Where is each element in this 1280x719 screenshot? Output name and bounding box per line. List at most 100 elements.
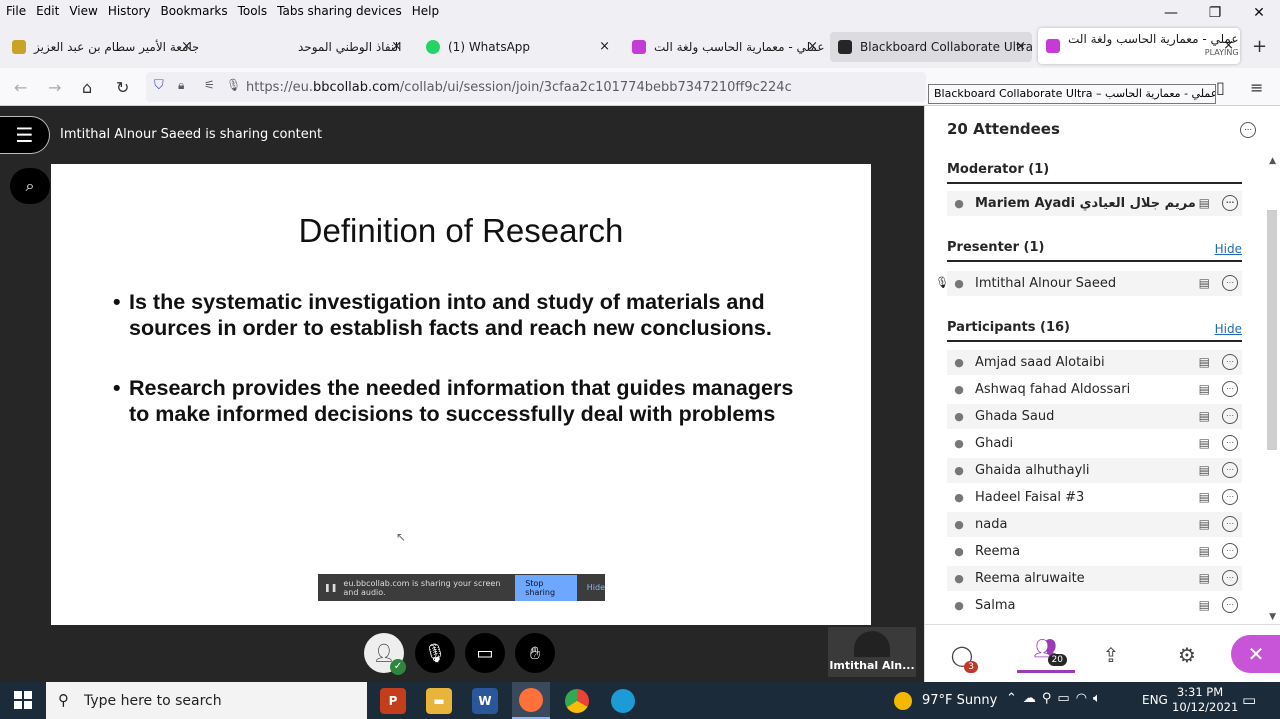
attendee-options-icon[interactable]: ⋯	[1222, 275, 1238, 291]
shared-slide: Definition of Research Is the systematic…	[51, 164, 871, 625]
attendee-row[interactable]: ● Salma ▤ ⋯	[947, 593, 1242, 618]
attendee-options-icon[interactable]: ⋯	[1222, 381, 1238, 397]
attendee-row[interactable]: ● Amjad saad Alotaibi ▤ ⋯	[947, 350, 1242, 375]
powerpoint-icon[interactable]: P	[380, 688, 406, 714]
slide-title: Definition of Research	[298, 212, 624, 249]
url-bar[interactable]: ⛉ 🔒︎ ⚟ 🎙︎ https://eu. bbcollab.com/collab…	[146, 72, 926, 102]
menu-file[interactable]: File	[6, 4, 26, 18]
chat-tab[interactable]: ◯ 3	[942, 635, 982, 675]
firefox-icon[interactable]	[512, 682, 550, 719]
attendee-row[interactable]: ● Ghada Saud ▤ ⋯	[947, 404, 1242, 429]
attendee-options-icon[interactable]: ⋯	[1222, 354, 1238, 370]
scroll-up-icon[interactable]: ▲	[1269, 156, 1276, 166]
camera-toggle-button[interactable]: ▭	[465, 633, 505, 673]
attendee-options-icon[interactable]: ⋯	[1222, 597, 1238, 613]
attendee-row[interactable]: ● Mariem Ayadi مريم جلال العيادي ▤ ⋯	[947, 191, 1242, 216]
menu-tabs-sharing[interactable]: Tabs sharing devices	[277, 4, 402, 18]
attendee-row[interactable]: ● Reema ▤ ⋯	[947, 539, 1242, 564]
person-icon: ●	[954, 437, 964, 450]
app-menu-icon[interactable]: ≡	[1250, 78, 1263, 97]
profile-status-button[interactable]: 👤︎ ✓	[364, 633, 406, 675]
forward-icon[interactable]: →	[48, 78, 61, 97]
shield-icon[interactable]: ⛉	[154, 78, 164, 93]
connection-icon: ▤	[1198, 276, 1210, 290]
tray-icons[interactable]: ⌃☁⚲▭◠🔈︎	[1006, 691, 1107, 706]
back-icon[interactable]: ←	[14, 78, 27, 97]
close-tab-icon[interactable]: ×	[807, 39, 818, 54]
reload-icon[interactable]: ↻	[116, 78, 129, 97]
close-tab-icon[interactable]: ×	[181, 39, 192, 54]
scroll-down-icon[interactable]: ▼	[1269, 612, 1276, 622]
attendee-name: Amjad saad Alotaibi	[975, 355, 1105, 370]
attendee-row[interactable]: ● Ghadi ▤ ⋯	[947, 431, 1242, 456]
connection-icon: ▤	[1198, 355, 1210, 369]
attendee-row[interactable]: ● Hadeel Faisal #3 ▤ ⋯	[947, 485, 1242, 510]
stop-sharing-button[interactable]: Stop sharing	[515, 574, 577, 601]
attendee-options-icon[interactable]: ⋯	[1222, 462, 1238, 478]
panel-scrollbar[interactable]	[1267, 210, 1277, 450]
tab-university[interactable]: جامعة الأمير سطام بن عبد العزيز ×	[4, 32, 198, 62]
language-indicator[interactable]: ENG	[1142, 693, 1168, 707]
attendee-options-icon[interactable]: ⋯	[1222, 408, 1238, 424]
attendee-row[interactable]: ● nada ▤ ⋯	[947, 512, 1242, 537]
more-options-icon[interactable]: ⋯	[1240, 122, 1256, 138]
close-tab-icon[interactable]: ×	[599, 39, 610, 54]
close-tab-icon[interactable]: ×	[1223, 38, 1234, 53]
microphone-icon[interactable]: 🎙︎	[226, 78, 241, 92]
menu-help[interactable]: Help	[412, 4, 439, 18]
menu-tools[interactable]: Tools	[238, 4, 268, 18]
attendee-row[interactable]: ● Ghaida alhuthayli ▤ ⋯	[947, 458, 1242, 483]
weather-text[interactable]: 97°F Sunny	[922, 693, 997, 708]
menu-edit[interactable]: Edit	[36, 4, 59, 18]
file-explorer-icon[interactable]: ▬	[426, 688, 452, 714]
status-check-icon: ✓	[390, 659, 406, 675]
hide-share-bar-link[interactable]: Hide	[587, 583, 605, 592]
menu-view[interactable]: View	[69, 4, 97, 18]
lock-icon[interactable]: 🔒︎	[178, 78, 184, 93]
close-panel-button[interactable]: ✕	[1231, 635, 1280, 673]
edge-icon[interactable]	[610, 688, 636, 714]
raise-hand-button[interactable]: ✋︎	[515, 633, 555, 673]
settings-tab[interactable]: ⚙	[1167, 635, 1207, 675]
windows-start-icon[interactable]	[14, 691, 32, 709]
reader-view-icon[interactable]: ▯	[1216, 78, 1225, 97]
attendee-options-icon[interactable]: ⋯	[1222, 543, 1238, 559]
tab-course-playing[interactable]: عملي - معمارية الحاسب ولغة الت PLAYING ×	[1038, 28, 1240, 64]
hide-presenters-link[interactable]: Hide	[1215, 242, 1242, 256]
presenter-video-tile[interactable]: Imtithal Aln...	[828, 627, 916, 677]
session-menu-button[interactable]: ☰	[0, 116, 50, 154]
close-tab-icon[interactable]: ×	[391, 39, 402, 54]
url-domain: bbcollab.com	[312, 79, 400, 95]
permissions-icon[interactable]: ⚟	[204, 78, 215, 92]
attendee-row[interactable]: ● Imtithal Alnour Saeed ▤ ⋯	[947, 271, 1242, 296]
new-tab-icon[interactable]: +	[1252, 36, 1267, 57]
menu-bookmarks[interactable]: Bookmarks	[161, 4, 228, 18]
attendees-panel: 20 Attendees ⋯ Moderator (1) ● Mariem Aya…	[924, 106, 1280, 682]
tab-whatsapp[interactable]: (1) WhatsApp ×	[418, 32, 616, 62]
close-tab-icon[interactable]: ×	[1015, 39, 1026, 54]
attendee-row[interactable]: ● Ashwaq fahad Aldossari ▤ ⋯	[947, 377, 1242, 402]
home-icon[interactable]: ⌂	[82, 78, 92, 97]
zoom-content-icon[interactable]: ⌕	[10, 168, 50, 204]
attendees-tab[interactable]: 👥︎ 20	[1017, 625, 1075, 673]
chrome-icon[interactable]	[564, 688, 590, 714]
attendee-options-icon[interactable]: ⋯	[1222, 516, 1238, 532]
tab-blackboard[interactable]: Blackboard Collaborate Ultra - ×	[830, 32, 1032, 62]
attendee-options-icon[interactable]: ⋯	[1222, 435, 1238, 451]
tab-nafath[interactable]: النفاذ الوطني الموحد ×	[290, 32, 408, 62]
attendee-options-icon[interactable]: ⋯	[1222, 570, 1238, 586]
word-icon[interactable]: W	[472, 688, 498, 714]
attendee-options-icon[interactable]: ⋯	[1222, 489, 1238, 505]
microphone-toggle-button[interactable]: 🎙︎	[415, 633, 455, 673]
taskbar-search-input[interactable]: ⚲ Type here to search	[46, 682, 367, 719]
attendee-options-icon[interactable]: ⋯	[1222, 195, 1238, 211]
menu-history[interactable]: History	[108, 4, 151, 18]
clock-time: 3:31 PM	[1176, 685, 1224, 699]
hide-participants-link[interactable]: Hide	[1215, 322, 1242, 336]
attendee-row[interactable]: ● Reema alruwaite ▤ ⋯	[947, 566, 1242, 591]
clock[interactable]: 3:31 PM 10/12/2021	[1172, 685, 1238, 715]
search-icon: ⚲	[58, 691, 69, 709]
notifications-icon[interactable]: ▭	[1242, 691, 1256, 709]
share-content-tab[interactable]: ⇪	[1091, 635, 1131, 675]
tab-course[interactable]: عملي - معمارية الحاسب ولغة الت ×	[624, 32, 824, 62]
